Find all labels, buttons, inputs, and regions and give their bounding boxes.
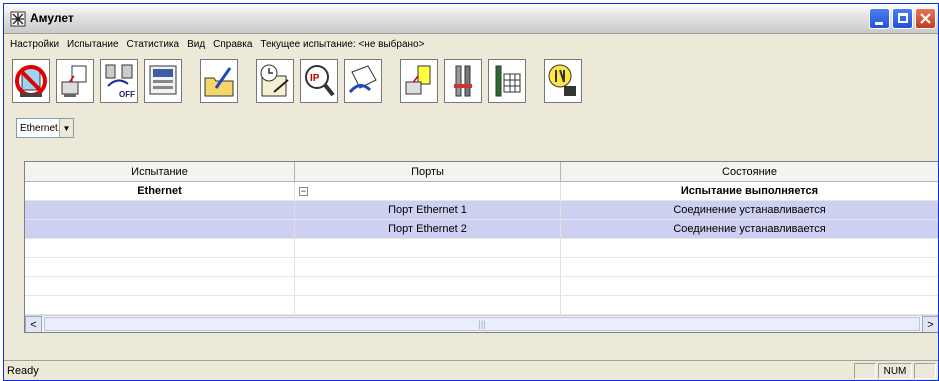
cell-port: Порт Ethernet 1: [295, 201, 561, 219]
terminal-button[interactable]: [56, 59, 94, 103]
menu-statistics[interactable]: Статистика: [127, 39, 180, 50]
tests-table: Испытание Порты Состояние Ethernet − Исп…: [24, 161, 938, 333]
horizontal-scrollbar[interactable]: < ||| >: [25, 315, 938, 332]
stop-button[interactable]: [12, 59, 50, 103]
info-settings-icon: [548, 64, 576, 96]
scroll-thumb[interactable]: |||: [44, 317, 920, 331]
grip-icon: |||: [478, 319, 486, 329]
hand-document-icon: [348, 65, 377, 94]
window-title: Амулет: [30, 11, 74, 25]
network-off-button[interactable]: OFF: [100, 59, 138, 103]
chevron-left-icon: <: [30, 318, 37, 331]
empty-row: [25, 239, 938, 258]
menu-help[interactable]: Справка: [213, 39, 252, 50]
cell-port: −: [295, 182, 561, 200]
column-header-status[interactable]: Состояние: [561, 162, 938, 181]
current-test-label: Текущее испытание: <не выбрано>: [260, 38, 425, 50]
menu-bar: Настройки Испытание Статистика Вид Справ…: [4, 35, 938, 53]
tools-grid-button[interactable]: [488, 59, 526, 103]
cell-test: Ethernet: [25, 182, 295, 200]
app-icon: [10, 11, 26, 27]
collapse-icon[interactable]: −: [299, 186, 308, 196]
folder-edit-icon: [204, 67, 234, 97]
test-filter-dropdown[interactable]: Ethernet ▼: [16, 118, 74, 138]
close-icon: [920, 13, 931, 24]
menu-settings[interactable]: Настройки: [10, 39, 59, 50]
monitor-button[interactable]: [144, 59, 182, 103]
ip-label: IP: [310, 73, 320, 84]
terminal-icon: [61, 65, 87, 97]
table-header: Испытание Порты Состояние: [25, 162, 938, 182]
tools-icon: [454, 65, 472, 97]
status-bar: Ready NUM: [4, 360, 938, 380]
menu-view[interactable]: Вид: [187, 39, 205, 50]
app-window: Амулет Настройки Испытание Статистика Ви…: [3, 3, 939, 381]
ip-search-icon: IP: [305, 65, 335, 97]
test-filter-value: Ethernet: [20, 122, 58, 134]
scroll-right-button[interactable]: >: [922, 316, 938, 332]
status-text: Ready: [7, 365, 39, 377]
cell-status: Соединение устанавливается: [561, 220, 938, 238]
cell-test: [25, 201, 295, 219]
hand-document-button[interactable]: [344, 59, 382, 103]
cell-status: Испытание выполняется: [561, 182, 938, 200]
terminal-ethernet-button[interactable]: [400, 59, 438, 103]
table-row[interactable]: Порт Ethernet 2 Соединение устанавливает…: [25, 220, 938, 239]
maximize-button[interactable]: [892, 8, 913, 29]
column-header-test[interactable]: Испытание: [25, 162, 295, 181]
chevron-down-icon[interactable]: ▼: [59, 119, 73, 137]
open-folder-button[interactable]: [200, 59, 238, 103]
info-settings-button[interactable]: [544, 59, 582, 103]
column-header-ports[interactable]: Порты: [295, 162, 561, 181]
toolbar: OFF IP: [12, 54, 582, 108]
ip-search-button[interactable]: IP: [300, 59, 338, 103]
menu-test[interactable]: Испытание: [67, 39, 119, 50]
chevron-right-icon: >: [927, 318, 934, 331]
table-row[interactable]: Порт Ethernet 1 Соединение устанавливает…: [25, 201, 938, 220]
cell-test: [25, 220, 295, 238]
cell-port: Порт Ethernet 2: [295, 220, 561, 238]
terminal-ethernet-icon: [405, 65, 431, 95]
empty-row: [25, 296, 938, 315]
empty-row: [25, 277, 938, 296]
table-body: Ethernet − Испытание выполняется Порт Et…: [25, 182, 938, 315]
close-button[interactable]: [915, 8, 936, 29]
status-panel-scroll: [914, 363, 936, 379]
minimize-icon: [875, 22, 883, 25]
schedule-button[interactable]: [256, 59, 294, 103]
cell-status: Соединение устанавливается: [561, 201, 938, 219]
network-off-icon: OFF: [105, 64, 135, 99]
clock-edit-icon: [260, 64, 289, 97]
table-row[interactable]: Ethernet − Испытание выполняется: [25, 182, 938, 201]
scroll-left-button[interactable]: <: [25, 316, 42, 332]
tools-grid-icon: [495, 65, 521, 97]
status-panel-empty: [854, 363, 876, 379]
tools-button[interactable]: [444, 59, 482, 103]
stop-sign-icon: [15, 65, 47, 97]
num-lock-indicator: NUM: [878, 363, 912, 379]
minimize-button[interactable]: [869, 8, 890, 29]
empty-row: [25, 258, 938, 277]
title-bar[interactable]: Амулет: [4, 4, 938, 34]
monitor-window-icon: [149, 65, 177, 95]
maximize-icon: [898, 13, 908, 23]
network-off-label: OFF: [119, 90, 135, 99]
